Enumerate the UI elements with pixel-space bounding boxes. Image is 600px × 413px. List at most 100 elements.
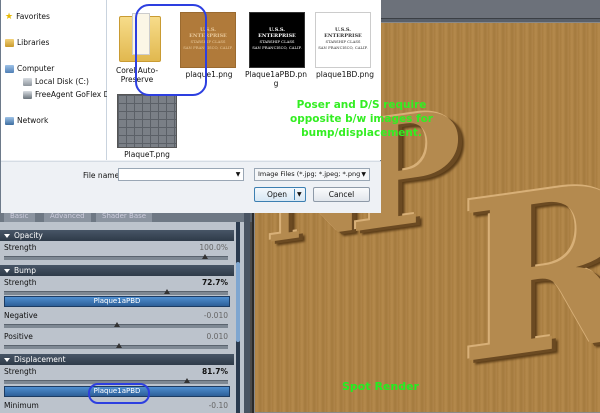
section-displacement-title: Displacement — [14, 355, 66, 364]
bump-positive-label: Positive — [4, 332, 33, 341]
file-label: Corel Auto-Preserve — [115, 66, 159, 84]
nav-network[interactable]: Network — [5, 115, 48, 127]
section-opacity-title: Opacity — [14, 231, 43, 240]
chevron-down-icon: ▼ — [361, 171, 366, 178]
bump-positive-slider[interactable] — [4, 343, 228, 349]
navigation-pane: ★ Favorites Libraries Computer Local Disk… — [1, 0, 112, 160]
dialog-bottom-bar: File name: ▼ Image Files (*.jpg; *.jpeg;… — [1, 161, 381, 213]
plaque-line1: U.S.S. ENTERPRISE — [324, 27, 362, 39]
collapse-triangle-icon — [4, 234, 10, 238]
libraries-icon — [5, 39, 14, 47]
render-letter-r: R — [459, 129, 600, 413]
chevron-down-icon[interactable]: ▼ — [233, 169, 243, 180]
plaque-thumb-text: U.S.S. ENTERPRISE STARSHIP CLASS SAN FRA… — [250, 13, 304, 51]
nav-computer[interactable]: Computer — [5, 63, 54, 75]
displacement-minimum-label: Minimum — [4, 401, 39, 410]
folder-paper — [132, 13, 150, 55]
plaque-line3: SAN FRANCISCO, CALIF. — [183, 45, 233, 50]
file-label: plaque1.png — [185, 70, 233, 79]
plaque-line1: U.S.S. ENTERPRISE — [258, 27, 296, 39]
bump-negative-slider[interactable] — [4, 322, 228, 328]
nav-freeagent-label: FreeAgent GoFlex Dr — [35, 90, 113, 99]
file-label: plaque1BD.png — [316, 70, 374, 79]
annotation-note: Poser and D/S require opposite b/w image… — [290, 99, 433, 139]
slider-knob-icon[interactable] — [184, 378, 190, 383]
star-icon: ★ — [5, 12, 14, 22]
file-item-plaque1[interactable]: U.S.S. ENTERPRISE STARSHIP CLASS SAN FRA… — [180, 12, 236, 68]
file-list: Corel Auto-Preserve U.S.S. ENTERPRISE ST… — [107, 0, 433, 160]
displacement-strength-value[interactable]: 81.7% — [202, 367, 228, 376]
collapse-triangle-icon — [4, 358, 10, 362]
bump-positive-row: Positive 0.010 — [4, 332, 230, 342]
surface-parameters-panel: Basic Advanced Shader Base Opacity Stren… — [0, 208, 250, 413]
filename-label: File name: — [83, 171, 122, 180]
slider-knob-icon[interactable] — [116, 343, 122, 348]
file-label-selected: Plaque1aPBD.png — [244, 70, 308, 88]
bump-negative-row: Negative -0.010 — [4, 311, 230, 321]
nav-favorites-label: Favorites — [16, 12, 50, 21]
network-icon — [5, 117, 14, 125]
bump-map-button[interactable]: Plaque1aPBD — [4, 296, 230, 307]
displacement-strength-label: Strength — [4, 367, 37, 376]
bump-positive-value[interactable]: 0.010 — [207, 332, 228, 341]
opacity-strength-row: Strength 100.0% — [4, 243, 230, 253]
file-item-folder[interactable] — [119, 10, 161, 64]
opacity-strength-label: Strength — [4, 243, 37, 252]
section-bump[interactable]: Bump — [0, 265, 234, 276]
slider-knob-icon[interactable] — [114, 322, 120, 327]
folder-icon — [119, 13, 161, 62]
plaque-line3: SAN FRANCISCO, CALIF. — [252, 45, 302, 50]
opacity-strength-slider[interactable] — [4, 254, 228, 260]
bump-negative-value[interactable]: -0.010 — [204, 311, 228, 320]
opacity-strength-value[interactable]: 100.0% — [199, 243, 228, 252]
plaque-thumb-text: U.S.S. ENTERPRISE STARSHIP CLASS SAN FRA… — [316, 13, 370, 51]
nav-local-disk-label: Local Disk (C:) — [35, 77, 89, 86]
file-label: PlaqueT.png — [124, 150, 170, 159]
slider-knob-icon[interactable] — [202, 254, 208, 259]
nav-favorites[interactable]: ★ Favorites — [5, 11, 50, 23]
cancel-button[interactable]: Cancel — [313, 187, 370, 202]
section-opacity[interactable]: Opacity — [0, 230, 234, 241]
slider-knob-icon[interactable] — [163, 289, 170, 294]
displacement-minimum-row: Minimum -0.10 — [4, 401, 230, 411]
open-file-dialog: ★ Favorites Libraries Computer Local Disk… — [0, 0, 433, 213]
file-item-plaque1bd[interactable]: U.S.S. ENTERPRISE STARSHIP CLASS SAN FRA… — [315, 12, 371, 68]
displacement-map-button[interactable]: Plaque1aPBD — [4, 386, 230, 397]
displacement-strength-slider[interactable] — [4, 378, 228, 384]
open-button-label: Open — [267, 190, 288, 199]
plaque-line3: SAN FRANCISCO, CALIF. — [318, 45, 368, 50]
panel-scrollbar[interactable] — [236, 222, 240, 413]
nav-libraries[interactable]: Libraries — [5, 37, 49, 49]
displacement-strength-row: Strength 81.7% — [4, 367, 230, 377]
filetype-value: Image Files (*.jpg; *.jpeg; *.png — [258, 170, 361, 178]
bump-strength-label: Strength — [4, 278, 37, 287]
displacement-minimum-value[interactable]: -0.10 — [209, 401, 228, 410]
computer-icon — [5, 65, 14, 73]
app-toolbar-strip — [380, 0, 600, 19]
collapse-triangle-icon — [4, 269, 10, 273]
nav-local-disk[interactable]: Local Disk (C:) — [23, 76, 89, 88]
bump-strength-slider[interactable] — [4, 289, 228, 295]
nav-freeagent[interactable]: FreeAgent GoFlex Dr — [23, 89, 112, 101]
nav-network-label: Network — [17, 116, 49, 125]
plaque-line1: U.S.S. ENTERPRISE — [189, 27, 227, 39]
nav-computer-label: Computer — [17, 64, 55, 73]
bump-negative-label: Negative — [4, 311, 38, 320]
chevron-down-icon[interactable]: ▼ — [297, 188, 302, 201]
drive-icon — [23, 91, 32, 99]
section-displacement[interactable]: Displacement — [0, 354, 234, 365]
nav-libraries-label: Libraries — [17, 38, 50, 47]
filetype-select[interactable]: Image Files (*.jpg; *.jpeg; *.png ▼ — [254, 168, 370, 181]
file-item-plaquet[interactable] — [117, 94, 177, 148]
filename-input[interactable] — [118, 168, 244, 181]
plaque-thumb-text: U.S.S. ENTERPRISE STARSHIP CLASS SAN FRA… — [181, 13, 235, 51]
open-button[interactable]: Open ▼ — [254, 187, 306, 202]
panel-scrollbar-thumb[interactable] — [236, 262, 240, 342]
open-button-separator — [294, 189, 295, 200]
disk-icon — [23, 78, 32, 86]
spot-render-caption: Spot Render — [342, 380, 419, 393]
file-item-plaque1apbd[interactable]: U.S.S. ENTERPRISE STARSHIP CLASS SAN FRA… — [249, 12, 305, 68]
bump-strength-value[interactable]: 72.7% — [202, 278, 228, 287]
section-bump-title: Bump — [14, 266, 36, 275]
bump-strength-row: Strength 72.7% — [4, 278, 230, 288]
